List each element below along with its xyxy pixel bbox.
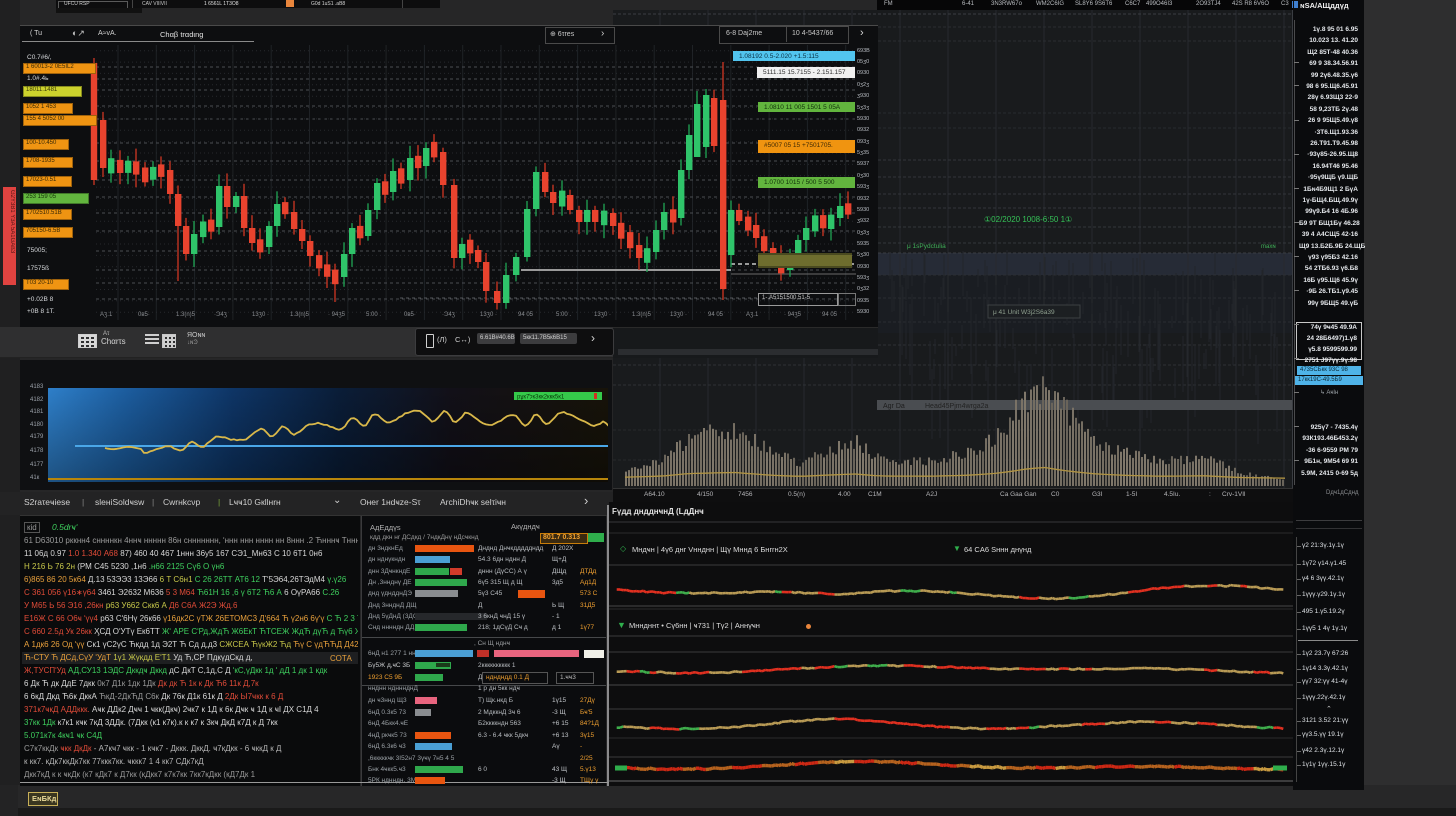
svg-text:рұкל7к3кк2ккк5к1: рұкל7к3кк2ккк5к1: [517, 393, 565, 401]
svg-text:①02/2020 1008-6:50 1①: ①02/2020 1008-6:50 1①: [984, 215, 1072, 224]
svg-text:maxɴ: maxɴ: [1261, 244, 1276, 250]
svg-text:Agr Da: Agr Da: [883, 403, 905, 410]
svg-text:μ 41 Unit W3j2S6a39: μ 41 Unit W3j2S6a39: [993, 309, 1055, 316]
svg-text:Head45Pjm4wrga2a: Head45Pjm4wrga2a: [925, 403, 989, 410]
svg-text:μ 1sPydctulia: μ 1sPydctulia: [907, 243, 946, 250]
